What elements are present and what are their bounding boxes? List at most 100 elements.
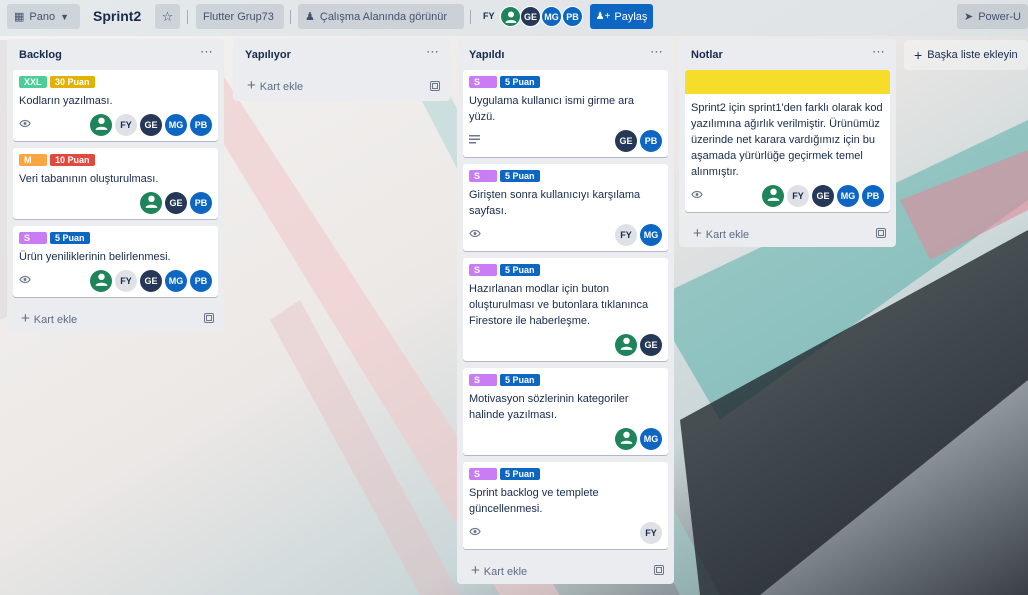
- add-card-button[interactable]: + Kart ekle: [457, 556, 674, 584]
- card[interactable]: Sprint2 için sprint1'den farklı olarak k…: [685, 70, 890, 212]
- template-icon[interactable]: [430, 80, 440, 91]
- card[interactable]: S5 Puan Hazırlanan modlar için buton oluş…: [463, 258, 668, 361]
- list-header: Backlog ⋯: [7, 39, 224, 70]
- member-avatar[interactable]: MG: [165, 269, 187, 292]
- card-label[interactable]: 5 Puan: [500, 468, 540, 480]
- card[interactable]: S5 Puan Ürün yeniliklerinin belirlenmesi.…: [13, 226, 218, 297]
- card-labels: S5 Puan: [469, 170, 662, 182]
- star-button[interactable]: ☆: [155, 4, 180, 29]
- member-avatar[interactable]: MG: [640, 427, 662, 450]
- template-icon[interactable]: [654, 565, 664, 575]
- add-card-button[interactable]: + Kart ekle: [233, 70, 450, 101]
- visibility-label: Çalışma Alanında görünür: [319, 10, 448, 23]
- powerups-button[interactable]: ➤ Power-U: [957, 4, 1028, 29]
- member-avatar[interactable]: PB: [640, 129, 662, 152]
- add-list-button[interactable]: + Başka liste ekleyin: [904, 40, 1028, 70]
- list-notlar: Notlar ⋯ Sprint2 için sprint1'den farklı…: [679, 39, 896, 247]
- share-button[interactable]: ♟+ Paylaş: [590, 4, 653, 29]
- member-avatar[interactable]: GE: [165, 191, 187, 214]
- card-members: MG: [615, 427, 662, 450]
- card-label[interactable]: 10 Puan: [50, 154, 95, 166]
- member-avatar[interactable]: [615, 427, 637, 450]
- header-member-fy[interactable]: FY: [483, 11, 495, 21]
- add-card-label: Kart ekle: [259, 81, 304, 93]
- visibility-button[interactable]: ♟ Çalışma Alanında görünür: [298, 4, 464, 29]
- card-label[interactable]: S: [19, 232, 47, 244]
- card-label[interactable]: 5 Puan: [500, 374, 540, 386]
- card[interactable]: S5 Puan Motivasyon sözlerinin kategoriler…: [463, 368, 668, 455]
- card-label[interactable]: S: [469, 76, 497, 88]
- member-avatar[interactable]: MG: [165, 113, 187, 136]
- card-label[interactable]: S: [469, 170, 497, 182]
- add-card-label: Kart ekle: [483, 565, 528, 578]
- header-member-ge[interactable]: GE: [520, 6, 541, 27]
- member-avatar[interactable]: GE: [812, 184, 834, 207]
- member-avatar[interactable]: GE: [615, 129, 637, 152]
- member-avatar[interactable]: FY: [615, 223, 637, 246]
- template-icon[interactable]: [876, 228, 886, 238]
- list-menu-icon[interactable]: ⋯: [872, 44, 886, 60]
- card-footer: GE PB: [469, 129, 662, 152]
- header-member-avatar[interactable]: [500, 6, 521, 27]
- member-avatar[interactable]: FY: [640, 521, 662, 544]
- card-label[interactable]: S: [469, 374, 497, 386]
- card-title: Ürün yeniliklerinin belirlenmesi.: [19, 251, 171, 263]
- list-menu-icon[interactable]: ⋯: [426, 44, 440, 60]
- member-avatar[interactable]: FY: [115, 269, 137, 292]
- card[interactable]: S5 Puan Girişten sonra kullanıcıyı karşıl…: [463, 164, 668, 251]
- card-label[interactable]: XXL: [19, 76, 47, 88]
- list-menu-icon[interactable]: ⋯: [200, 44, 214, 60]
- user-icon: [144, 194, 159, 211]
- member-avatar[interactable]: FY: [787, 184, 809, 207]
- card-label[interactable]: 5 Puan: [500, 76, 540, 88]
- card-container: Sprint2 için sprint1'den farklı olarak k…: [679, 70, 896, 212]
- card-label[interactable]: 5 Puan: [50, 232, 90, 244]
- list-yapildi: Yapıldı ⋯ S5 Puan Uygulama kullanıcı ismi…: [457, 39, 674, 584]
- card-title: Girişten sonra kullanıcıyı karşılama say…: [469, 189, 641, 217]
- card-label[interactable]: S: [469, 264, 497, 276]
- card[interactable]: XXL 30 Puan Kodların yazılması. FY GE MG PB: [13, 70, 218, 141]
- member-avatar[interactable]: FY: [115, 113, 137, 136]
- card-label[interactable]: S: [469, 468, 497, 480]
- user-icon: [94, 272, 109, 289]
- member-avatar[interactable]: [762, 184, 784, 207]
- member-avatar[interactable]: [90, 269, 112, 292]
- workspace-button[interactable]: Flutter Grup73: [196, 4, 284, 29]
- member-avatar[interactable]: MG: [837, 184, 859, 207]
- user-icon: [619, 336, 634, 353]
- member-avatar[interactable]: MG: [640, 223, 662, 246]
- list-title[interactable]: Notlar: [691, 49, 723, 61]
- card-title: Sprint2 için sprint1'den farklı olarak k…: [691, 102, 883, 178]
- member-avatar[interactable]: PB: [190, 191, 212, 214]
- list-menu-icon[interactable]: ⋯: [650, 44, 664, 60]
- card-label[interactable]: 30 Puan: [50, 76, 95, 88]
- template-icon[interactable]: [204, 313, 214, 323]
- header-member-pb[interactable]: PB: [562, 6, 583, 27]
- list-title[interactable]: Yapılıyor: [245, 49, 291, 61]
- view-switcher[interactable]: ▦ Pano ▼: [7, 4, 80, 29]
- card-label[interactable]: 5 Puan: [500, 170, 540, 182]
- eye-icon: [469, 527, 481, 539]
- plus-icon: +: [471, 561, 480, 579]
- member-avatar[interactable]: PB: [190, 269, 212, 292]
- member-avatar[interactable]: [140, 191, 162, 214]
- member-avatar[interactable]: [90, 113, 112, 136]
- add-card-button[interactable]: + Kart ekle: [7, 304, 224, 332]
- card[interactable]: S5 Puan Uygulama kullanıcı ismi girme ara…: [463, 70, 668, 157]
- board-title[interactable]: Sprint2: [93, 8, 141, 24]
- powerups-label: Power-U: [978, 10, 1022, 23]
- header-member-mg[interactable]: MG: [541, 6, 562, 27]
- add-card-button[interactable]: + Kart ekle: [679, 219, 896, 247]
- card-label[interactable]: 5 Puan: [500, 264, 540, 276]
- member-avatar[interactable]: GE: [140, 113, 162, 136]
- member-avatar[interactable]: PB: [190, 113, 212, 136]
- member-avatar[interactable]: GE: [640, 333, 662, 356]
- member-avatar[interactable]: PB: [862, 184, 884, 207]
- member-avatar[interactable]: [615, 333, 637, 356]
- list-title[interactable]: Yapıldı: [469, 49, 504, 61]
- card-label[interactable]: M: [19, 154, 47, 166]
- card[interactable]: S5 Puan Sprint backlog ve templete güncel…: [463, 462, 668, 549]
- member-avatar[interactable]: GE: [140, 269, 162, 292]
- list-title[interactable]: Backlog: [19, 49, 62, 61]
- card[interactable]: M 10 Puan Veri tabanının oluşturulması. GE P…: [13, 148, 218, 219]
